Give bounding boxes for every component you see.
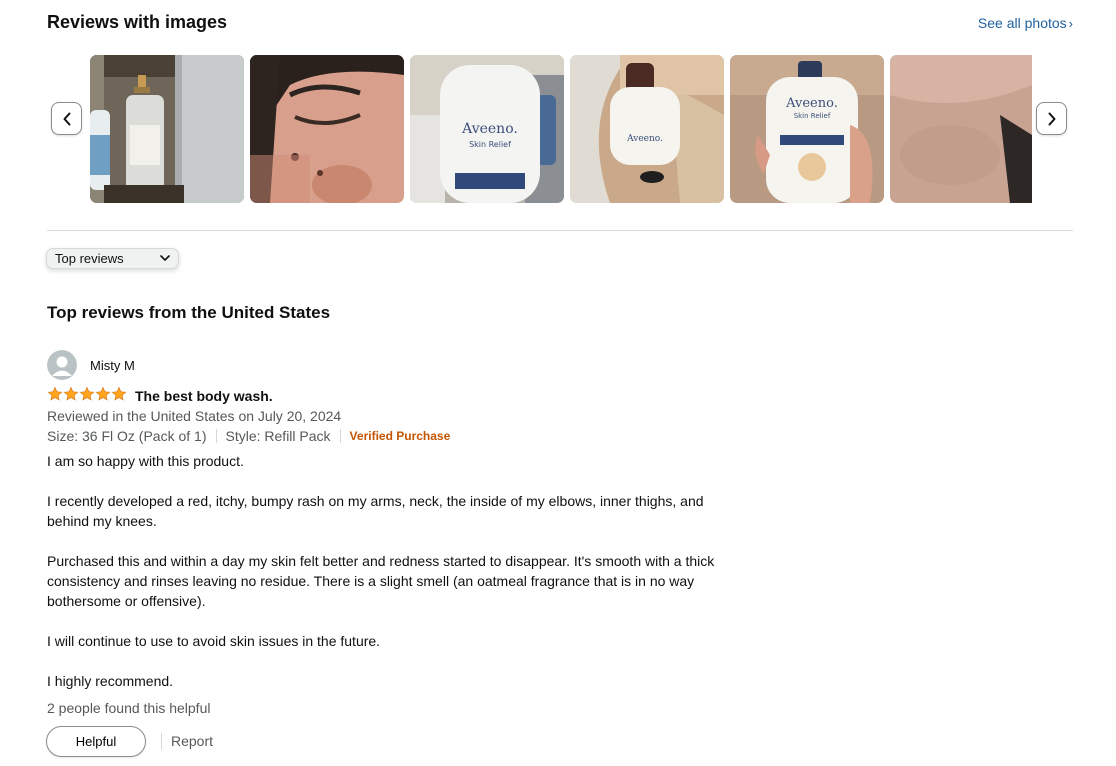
see-all-photos-label: See all photos	[977, 15, 1067, 31]
see-all-photos-link[interactable]: See all photos ›	[978, 15, 1073, 31]
bathroom-shelf-bottles-photo	[90, 55, 244, 203]
verified-purchase-badge: Verified Purchase	[349, 429, 451, 443]
review-paragraph: Purchased this and within a day my skin …	[47, 553, 715, 609]
sort-reviews-dropdown[interactable]: Top reviews	[46, 248, 179, 269]
carousel-next-button[interactable]	[1036, 102, 1067, 135]
action-divider	[161, 733, 162, 750]
skin-closeup-photo	[890, 55, 1032, 203]
face-closeup-photo	[250, 55, 404, 203]
helpful-button[interactable]: Helpful	[46, 726, 146, 757]
review-image-thumbnail-1[interactable]	[90, 55, 244, 203]
reviewer-name[interactable]: Misty M	[90, 358, 135, 373]
bottle-subtitle-text: Skin Relief	[469, 140, 511, 149]
review-paragraph: I recently developed a red, itchy, bumpy…	[47, 493, 704, 529]
avatar[interactable]	[47, 350, 77, 380]
star-rating[interactable]	[47, 386, 127, 402]
top-reviews-heading: Top reviews from the United States	[47, 303, 331, 322]
star-icon	[79, 386, 95, 401]
review-paragraph: I highly recommend.	[47, 673, 174, 689]
review-image-thumbnail-2[interactable]	[250, 55, 404, 203]
held-bottle-subtitle-text: Skin Relief	[794, 112, 831, 120]
bottle-brand-text: Aveeno.	[461, 121, 518, 137]
meta-divider	[215, 429, 217, 443]
helpful-button-label: Helpful	[75, 734, 117, 749]
variant-style: Style: Refill Pack	[225, 428, 331, 444]
small-bottle-brand-text: Aveeno.	[626, 134, 663, 144]
star-icon	[95, 386, 111, 401]
review-image-thumbnail-6[interactable]	[890, 55, 1032, 203]
review-variant-info: Size: 36 Fl Oz (Pack of 1) Style: Refill…	[47, 428, 450, 444]
section-divider	[47, 230, 1073, 231]
review-body: I am so happy with this product. I recen…	[47, 451, 727, 711]
held-bottle-brand-text: Aveeno.	[785, 96, 838, 111]
review-paragraph: I am so happy with this product.	[47, 453, 244, 469]
hand-holding-bottle-photo: Aveeno. Skin Relief	[730, 55, 884, 203]
review-image-thumbnail-3[interactable]: Aveeno. Skin Relief	[410, 55, 564, 203]
default-avatar-icon	[47, 350, 77, 380]
carousel-prev-button[interactable]	[51, 102, 82, 135]
helpful-count: 2 people found this helpful	[47, 700, 211, 716]
report-link[interactable]: Report	[171, 733, 213, 749]
meta-divider	[339, 429, 341, 443]
chevron-right-icon: ›	[1068, 16, 1073, 31]
chevron-right-icon	[1048, 112, 1055, 125]
review-paragraph: I will continue to use to avoid skin iss…	[47, 633, 381, 649]
sort-selected-label: Top reviews	[55, 251, 124, 266]
small-bottle-tub-photo: Aveeno.	[570, 55, 724, 203]
reviews-with-images-title: Reviews with images	[47, 12, 228, 32]
star-icon	[111, 386, 127, 401]
variant-size[interactable]: Size: 36 Fl Oz (Pack of 1)	[47, 428, 207, 444]
bottle-in-sink-photo: Aveeno. Skin Relief	[410, 55, 564, 203]
review-image-thumbnail-5[interactable]: Aveeno. Skin Relief	[730, 55, 884, 203]
chevron-left-icon	[63, 112, 70, 125]
review-date: Reviewed in the United States on July 20…	[47, 408, 342, 424]
star-icon	[47, 386, 63, 401]
star-icon	[63, 386, 79, 401]
chevron-down-icon	[160, 255, 170, 261]
review-image-thumbnail-4[interactable]: Aveeno.	[570, 55, 724, 203]
review-title[interactable]: The best body wash.	[135, 388, 273, 404]
